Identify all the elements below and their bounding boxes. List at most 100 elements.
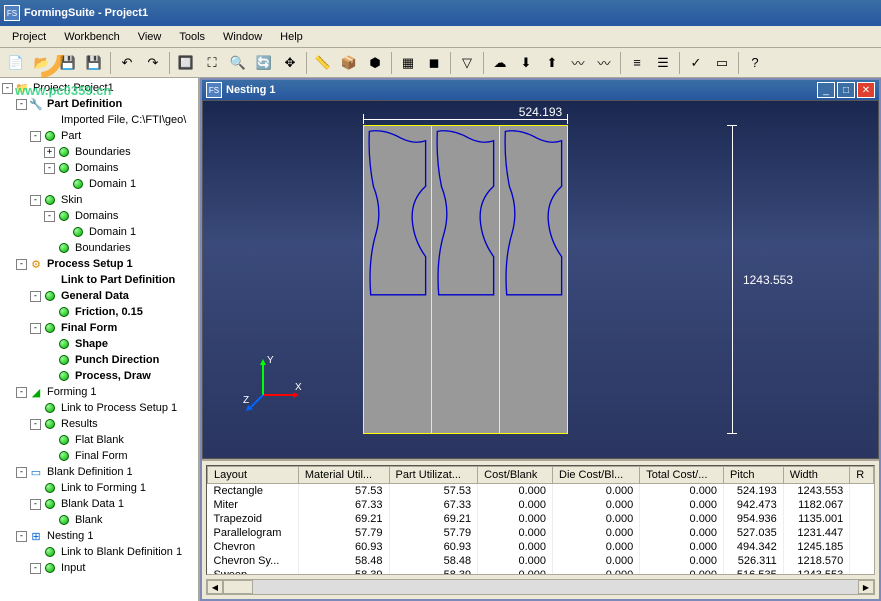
tree-toggle[interactable]: - — [30, 323, 41, 334]
measure-button[interactable]: 📏 — [311, 51, 335, 75]
tree-node[interactable]: -Results — [2, 416, 196, 432]
export-button[interactable]: ⬆ — [540, 51, 564, 75]
table-row[interactable]: Chevron Sy...58.4858.480.0000.0000.00052… — [208, 554, 874, 568]
tree-node[interactable]: -⊞Nesting 1 — [2, 528, 196, 544]
tree-node[interactable]: Friction, 0.15 — [2, 304, 196, 320]
column-header[interactable]: Layout — [208, 467, 299, 484]
scroll-thumb[interactable] — [223, 580, 253, 594]
menu-tools[interactable]: Tools — [171, 29, 213, 45]
tree-node[interactable]: Shape — [2, 336, 196, 352]
list-button[interactable]: ☰ — [651, 51, 675, 75]
results-table[interactable]: LayoutMaterial Util...Part Utilizat...Co… — [207, 466, 874, 575]
tree-toggle[interactable]: - — [16, 387, 27, 398]
project-tree[interactable]: -📁Project: Project1-🔧Part DefinitionImpo… — [0, 78, 200, 601]
import-button[interactable]: ⬇ — [514, 51, 538, 75]
check-button[interactable]: ✓ — [684, 51, 708, 75]
tree-node[interactable]: Final Form — [2, 448, 196, 464]
tree-node[interactable]: Boundaries — [2, 240, 196, 256]
new-button[interactable]: 📄 — [4, 51, 28, 75]
save-button[interactable]: 💾 — [56, 51, 80, 75]
tree-toggle[interactable]: - — [16, 259, 27, 270]
shaded-button[interactable]: ◼ — [422, 51, 446, 75]
tree-node[interactable]: -⚙Process Setup 1 — [2, 256, 196, 272]
zoom-button[interactable]: 🔍 — [226, 51, 250, 75]
table-row[interactable]: Chevron60.9360.930.0000.0000.000494.3421… — [208, 540, 874, 554]
horizontal-scrollbar[interactable]: ◀ ▶ — [206, 579, 875, 595]
sheet-button[interactable]: ▭ — [710, 51, 734, 75]
tree-node[interactable]: Link to Forming 1 — [2, 480, 196, 496]
help-button[interactable]: ? — [743, 51, 767, 75]
open-button[interactable]: 📂 — [30, 51, 54, 75]
undo-button[interactable]: ↶ — [115, 51, 139, 75]
tree-node[interactable]: Flat Blank — [2, 432, 196, 448]
filter-button[interactable]: ▽ — [455, 51, 479, 75]
tree-node[interactable]: Domain 1 — [2, 224, 196, 240]
menu-window[interactable]: Window — [215, 29, 270, 45]
tree-node[interactable]: -◢Forming 1 — [2, 384, 196, 400]
table-row[interactable]: Trapezoid69.2169.210.0000.0000.000954.93… — [208, 512, 874, 526]
tree-node[interactable]: -Skin — [2, 192, 196, 208]
curve-o-button[interactable]: 〰 — [592, 51, 616, 75]
box3d-button[interactable]: 📦 — [337, 51, 361, 75]
maximize-button[interactable]: □ — [837, 82, 855, 98]
tree-node[interactable]: -Input — [2, 560, 196, 576]
tree-toggle[interactable]: - — [30, 291, 41, 302]
menu-project[interactable]: Project — [4, 29, 54, 45]
tree-toggle[interactable]: - — [2, 83, 13, 94]
tree-toggle[interactable]: + — [44, 147, 55, 158]
tree-toggle[interactable]: - — [30, 499, 41, 510]
tree-node[interactable]: -🔧Part Definition — [2, 96, 196, 112]
tree-node[interactable]: -General Data — [2, 288, 196, 304]
menu-view[interactable]: View — [130, 29, 170, 45]
table-row[interactable]: Rectangle57.5357.530.0000.0000.000524.19… — [208, 484, 874, 499]
zoom-fit-button[interactable]: ⛶ — [200, 51, 224, 75]
curve-r-button[interactable]: 〰 — [566, 51, 590, 75]
layer-button[interactable]: ≡ — [625, 51, 649, 75]
column-header[interactable]: Pitch — [724, 467, 784, 484]
tree-node[interactable]: Domain 1 — [2, 176, 196, 192]
cloud-button[interactable]: ☁ — [488, 51, 512, 75]
table-row[interactable]: Miter67.3367.330.0000.0000.000942.473118… — [208, 498, 874, 512]
menu-workbench[interactable]: Workbench — [56, 29, 127, 45]
tree-node[interactable]: +Boundaries — [2, 144, 196, 160]
tree-node[interactable]: Punch Direction — [2, 352, 196, 368]
tree-node[interactable]: -Domains — [2, 208, 196, 224]
rotate-button[interactable]: 🔄 — [252, 51, 276, 75]
tree-node[interactable]: Process, Draw — [2, 368, 196, 384]
table-row[interactable]: Sweep58.3958.390.0000.0000.000516.535124… — [208, 568, 874, 575]
tree-toggle[interactable]: - — [16, 467, 27, 478]
column-header[interactable]: Cost/Blank — [478, 467, 553, 484]
column-header[interactable]: Material Util... — [298, 467, 389, 484]
tree-node[interactable]: -Domains — [2, 160, 196, 176]
zoom-box-button[interactable]: 🔲 — [174, 51, 198, 75]
column-header[interactable]: Die Cost/Bl... — [553, 467, 640, 484]
tree-node[interactable]: -📁Project: Project1 — [2, 80, 196, 96]
column-header[interactable]: Width — [783, 467, 850, 484]
save-all-button[interactable]: 💾 — [82, 51, 106, 75]
tree-toggle[interactable]: - — [16, 99, 27, 110]
tree-node[interactable]: Link to Blank Definition 1 — [2, 544, 196, 560]
tree-node[interactable]: -Final Form — [2, 320, 196, 336]
tree-node[interactable]: -Blank Data 1 — [2, 496, 196, 512]
column-header[interactable]: Total Cost/... — [640, 467, 724, 484]
tree-node[interactable]: Link to Process Setup 1 — [2, 400, 196, 416]
tree-toggle[interactable]: - — [44, 211, 55, 222]
tree-toggle[interactable]: - — [44, 163, 55, 174]
column-header[interactable]: R — [850, 467, 874, 484]
pan-button[interactable]: ✥ — [278, 51, 302, 75]
tree-toggle[interactable]: - — [30, 195, 41, 206]
column-header[interactable]: Part Utilizat... — [389, 467, 478, 484]
tree-toggle[interactable]: - — [30, 419, 41, 430]
table-row[interactable]: Parallelogram57.7957.790.0000.0000.00052… — [208, 526, 874, 540]
scroll-right-button[interactable]: ▶ — [858, 580, 874, 594]
wireframe-button[interactable]: ▦ — [396, 51, 420, 75]
tree-node[interactable]: Imported File, C:\FTI\geo\ — [2, 112, 196, 128]
tree-node[interactable]: Link to Part Definition — [2, 272, 196, 288]
scroll-left-button[interactable]: ◀ — [207, 580, 223, 594]
tree-node[interactable]: Blank — [2, 512, 196, 528]
viewport-3d[interactable]: 524.193 1243.553 X Y — [202, 100, 879, 459]
minimize-button[interactable]: _ — [817, 82, 835, 98]
tree-node[interactable]: -▭Blank Definition 1 — [2, 464, 196, 480]
tree-toggle[interactable]: - — [30, 131, 41, 142]
redo-button[interactable]: ↷ — [141, 51, 165, 75]
